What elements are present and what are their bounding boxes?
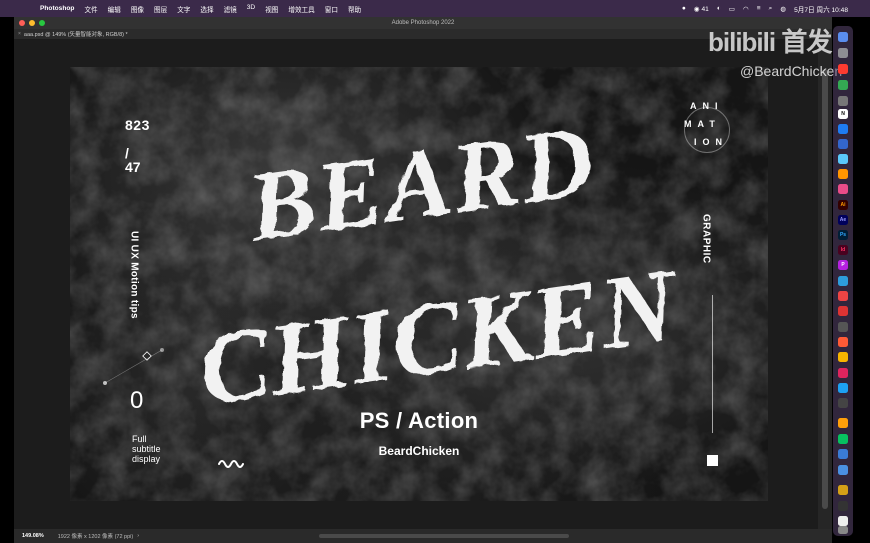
document-tab-label: aaa.psd @ 149% (矢量智能对象, RGB/8) * bbox=[23, 32, 128, 38]
title-line-2: CHICKEN bbox=[192, 247, 687, 428]
document-info: 1922 像素 x 1202 像素 (72 ppi) bbox=[57, 534, 134, 540]
zoom-level[interactable]: 149.08% bbox=[22, 533, 44, 539]
wechat-icon[interactable]: ◉ 41 bbox=[694, 5, 709, 13]
dock-icon-28[interactable] bbox=[838, 449, 848, 459]
dock-icon-5[interactable] bbox=[838, 96, 848, 106]
record-icon[interactable]: ● bbox=[682, 5, 686, 12]
dock-icon-18[interactable] bbox=[838, 291, 848, 301]
close-button[interactable] bbox=[19, 20, 25, 26]
bilibili-watermark: bilibili 首发 bbox=[708, 27, 832, 57]
scrollbar-thumb[interactable] bbox=[822, 69, 828, 509]
window-title: Adobe Photoshop 2022 bbox=[391, 20, 455, 26]
app-menu[interactable]: Photoshop bbox=[40, 5, 74, 12]
dock-icon-7[interactable] bbox=[838, 124, 848, 134]
dock-icon-20[interactable] bbox=[838, 322, 848, 332]
status-arrow-icon[interactable]: › bbox=[137, 533, 139, 539]
wechat-count: 41 bbox=[701, 5, 709, 13]
indesign-icon[interactable]: Id bbox=[838, 245, 848, 255]
dock-icon-10[interactable] bbox=[838, 169, 848, 179]
minimize-button[interactable] bbox=[29, 20, 35, 26]
document-icon[interactable] bbox=[838, 516, 848, 526]
dock-icon-21[interactable] bbox=[838, 337, 848, 347]
badge-row-2: MAT bbox=[684, 119, 721, 129]
dock-icon-2[interactable] bbox=[838, 48, 848, 58]
photoshop-icon[interactable]: Ps bbox=[838, 230, 848, 240]
menu-list: 文件 编辑 图像 图层 文字 选择 滤镜 3D 视图 增效工具 窗口 帮助 bbox=[84, 4, 361, 14]
menu-window[interactable]: 窗口 bbox=[325, 4, 338, 14]
vertical-graphic-label: GRAPHIC bbox=[700, 214, 712, 264]
menu-bar: Photoshop 文件 编辑 图像 图层 文字 选择 滤镜 3D 视图 增效工… bbox=[0, 0, 870, 17]
wechat-dock-icon[interactable] bbox=[838, 434, 848, 444]
menu-plugins[interactable]: 增效工具 bbox=[288, 4, 314, 14]
menu-layer[interactable]: 图层 bbox=[154, 4, 167, 14]
dock-icon-24[interactable] bbox=[838, 383, 848, 393]
menu-edit[interactable]: 编辑 bbox=[108, 4, 121, 14]
menu-select[interactable]: 选择 bbox=[200, 4, 213, 14]
title-line-1: BEARD bbox=[240, 104, 602, 263]
menu-filter[interactable]: 滤镜 bbox=[224, 4, 237, 14]
dock-icon-22[interactable] bbox=[838, 352, 848, 362]
dock-icon-17[interactable] bbox=[838, 276, 848, 286]
dock: N Ai Ae Ps Id P bbox=[833, 26, 853, 536]
dock-icon-11[interactable] bbox=[838, 184, 848, 194]
dock-icon-3[interactable] bbox=[838, 64, 848, 74]
dock-icon-30[interactable] bbox=[838, 485, 848, 495]
menu-type[interactable]: 文字 bbox=[177, 4, 190, 14]
author-handle: @BeardChicken bbox=[740, 63, 843, 79]
white-square bbox=[707, 455, 718, 466]
vertical-scrollbar[interactable] bbox=[818, 39, 832, 529]
dock-icon-9[interactable] bbox=[838, 154, 848, 164]
c-icon[interactable]: ◐ bbox=[717, 5, 721, 12]
wifi-icon[interactable]: ◠ bbox=[743, 5, 749, 13]
zoom-button[interactable] bbox=[39, 20, 45, 26]
menu-view[interactable]: 视图 bbox=[265, 4, 278, 14]
badge-row-1: ANI bbox=[690, 101, 724, 111]
badge-row-3: ION bbox=[694, 137, 729, 147]
menu-3d[interactable]: 3D bbox=[247, 4, 255, 14]
dock-icon-8[interactable] bbox=[838, 139, 848, 149]
status-bar: 149.08% 1922 像素 x 1202 像素 (72 ppi) › bbox=[14, 529, 832, 543]
horizontal-scrollbar[interactable] bbox=[319, 534, 569, 538]
siri-icon[interactable]: ◍ bbox=[780, 5, 786, 13]
dock-icon-25[interactable] bbox=[838, 398, 848, 408]
illustrator-icon[interactable]: Ai bbox=[838, 200, 848, 210]
chrome-icon[interactable] bbox=[838, 80, 848, 90]
search-icon[interactable]: ⌕ bbox=[769, 5, 773, 13]
ps-action-heading: PS / Action bbox=[359, 408, 479, 433]
notion-icon[interactable]: N bbox=[838, 109, 848, 119]
menu-image[interactable]: 图像 bbox=[131, 4, 144, 14]
battery-icon[interactable]: ▭ bbox=[729, 5, 735, 13]
vertical-rule bbox=[712, 295, 713, 433]
dock-icon-19[interactable] bbox=[838, 306, 848, 316]
dock-icon-26[interactable] bbox=[838, 418, 848, 428]
dock-icon-16[interactable]: P bbox=[838, 260, 848, 270]
close-tab-icon[interactable]: × bbox=[18, 31, 21, 37]
dock-icon-29[interactable] bbox=[838, 465, 848, 475]
menu-help[interactable]: 帮助 bbox=[348, 4, 361, 14]
traffic-lights bbox=[19, 20, 45, 26]
clock-text[interactable]: 5月7日 周六 10:48 bbox=[794, 4, 848, 14]
dock-icon-23[interactable] bbox=[838, 368, 848, 378]
brand-name: BeardChicken bbox=[378, 444, 460, 458]
animation-badge: ANI MAT ION bbox=[684, 101, 740, 153]
status-icons: ● ◉ 41 ◐ ▭ ◠ ≡ ⌕ ◍ 5月7日 周六 10:48 bbox=[682, 0, 848, 17]
dock-icon-31[interactable] bbox=[838, 501, 848, 511]
trash-icon[interactable] bbox=[838, 526, 848, 534]
document-canvas[interactable]: 823 / 47 UI UX Motion tips 0 Full subtit… bbox=[70, 67, 768, 501]
brush-title: BEARD CHICKEN bbox=[192, 104, 687, 428]
control-center-icon[interactable]: ≡ bbox=[757, 5, 761, 12]
menu-file[interactable]: 文件 bbox=[84, 4, 97, 14]
after-effects-icon[interactable]: Ae bbox=[838, 215, 848, 225]
dock-icon-1[interactable] bbox=[838, 32, 848, 42]
